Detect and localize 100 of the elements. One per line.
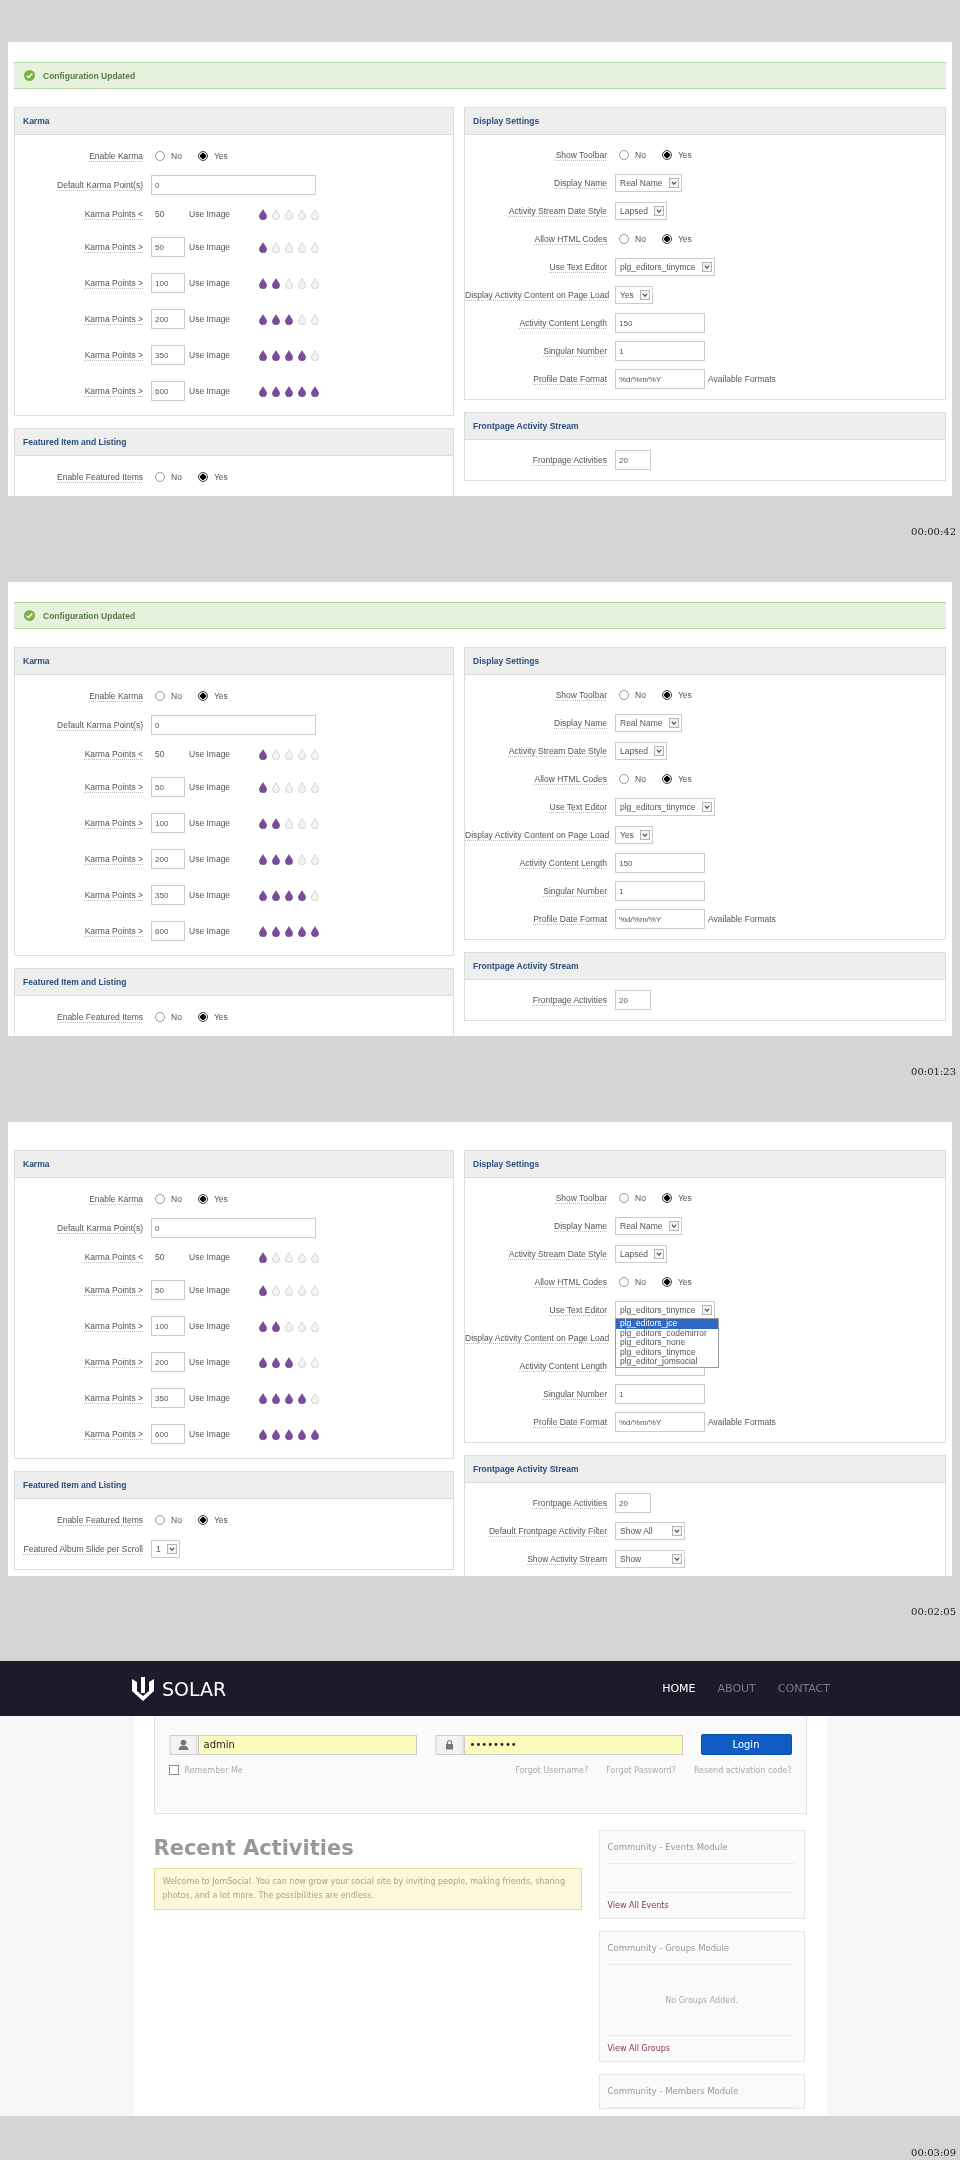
field-label: Use Text Editor: [548, 1305, 608, 1315]
radio-label: No: [171, 1194, 182, 1204]
panel-header: Display Settings: [465, 108, 945, 135]
use-image-label: Use Image: [188, 350, 232, 360]
radio-label: Yes: [213, 1515, 228, 1525]
use-image-label: Use Image: [188, 854, 232, 864]
field-label: Display Activity Content on Page Load: [465, 290, 611, 300]
field-label: Show Toolbar: [554, 150, 608, 160]
use-image-label: Use Image: [188, 890, 232, 900]
field-label: Profile Date Format: [532, 914, 608, 924]
radio-label: Yes: [677, 234, 692, 244]
panel-header: Featured Item and Listing: [15, 1472, 453, 1499]
field-label: Use Text Editor: [548, 802, 608, 812]
radio-label: Yes: [213, 1194, 228, 1204]
field-label: Allow HTML Codes: [533, 234, 608, 244]
field-label: Profile Date Format: [532, 374, 608, 384]
field-label: Default Karma Point(s): [56, 180, 144, 190]
panel-header: Karma: [15, 1151, 453, 1178]
use-image-label: Use Image: [188, 386, 232, 396]
use-image-label: Use Image: [188, 1393, 232, 1403]
field-label: Enable Featured Items: [56, 472, 144, 482]
panel-header: Frontpage Activity Stream: [465, 1456, 945, 1483]
field-label: Show Toolbar: [554, 690, 608, 700]
use-image-label: Use Image: [188, 1285, 232, 1295]
module-title: Community - Members Module: [607, 2075, 796, 2108]
radio-label: No: [171, 691, 182, 701]
field-label: Karma Points >: [83, 890, 144, 900]
field-label: Default Frontpage Activity Filter: [487, 1526, 608, 1536]
remember-label: Remember Me: [184, 1765, 243, 1775]
radio-label: No: [171, 1515, 182, 1525]
field-label: Display Name: [553, 178, 608, 188]
radio-label: Yes: [213, 1012, 228, 1022]
field-label: Singular Number: [542, 346, 608, 356]
panel-header: Featured Item and Listing: [15, 429, 453, 456]
radio-label: No: [635, 1277, 646, 1287]
radio-label: Yes: [677, 1277, 692, 1287]
field-label: Karma Points <: [83, 749, 144, 759]
field-label: Featured Album Slide per Scroll: [22, 1544, 144, 1554]
field-label: Default Karma Point(s): [56, 1223, 144, 1233]
use-image-label: Use Image: [188, 209, 232, 219]
panel-header: Karma: [15, 108, 453, 135]
field-label: Profile Date Format: [532, 1417, 608, 1427]
radio-label: Yes: [677, 150, 692, 160]
field-label: Karma Points >: [83, 1429, 144, 1439]
radio-label: Yes: [213, 151, 228, 161]
field-label: Frontpage Activities: [531, 455, 608, 465]
field-label: Display Activity Content on Page Load: [465, 1333, 611, 1343]
panel-header: Display Settings: [465, 648, 945, 675]
panel-header: Frontpage Activity Stream: [465, 953, 945, 980]
module-title: Community - Groups Module: [607, 1932, 796, 1965]
use-image-label: Use Image: [188, 314, 232, 324]
use-image-label: Use Image: [188, 749, 232, 759]
field-label: Activity Content Length: [518, 858, 608, 868]
field-label: Karma Points >: [83, 350, 144, 360]
field-label: Karma Points >: [83, 242, 144, 252]
use-image-label: Use Image: [188, 278, 232, 288]
field-label: Frontpage Activities: [531, 995, 608, 1005]
notice-text: Configuration Updated: [43, 70, 136, 81]
field-label: Show Activity Stream: [526, 1554, 608, 1564]
field-label: Display Activity Content on Page Load: [465, 830, 611, 840]
use-image-label: Use Image: [188, 1429, 232, 1439]
radio-label: Yes: [677, 1193, 692, 1203]
radio-label: No: [635, 150, 646, 160]
radio-label: No: [635, 774, 646, 784]
field-label: Allow HTML Codes: [533, 1277, 608, 1287]
radio-label: No: [635, 690, 646, 700]
video-timestamp: 00:03:09: [911, 2147, 956, 2158]
field-label: Karma Points <: [83, 209, 144, 219]
field-label: Karma Points >: [83, 386, 144, 396]
field-label: Activity Stream Date Style: [507, 1249, 608, 1259]
field-label: Karma Points >: [83, 854, 144, 864]
radio-label: No: [171, 151, 182, 161]
field-label: Karma Points >: [83, 1357, 144, 1367]
field-label: Enable Featured Items: [56, 1012, 144, 1022]
radio-label: Yes: [213, 472, 228, 482]
welcome-message: Welcome to JomSocial. You can now grow your social site by inviting people, making friends, sharing photos, and a lot more. The possibilities are endless.: [153, 1868, 582, 1910]
field-label: Activity Content Length: [518, 318, 608, 328]
module-title: Community - Events Module: [607, 1831, 796, 1864]
field-label: Karma Points >: [83, 314, 144, 324]
field-label: Karma Points >: [83, 1321, 144, 1331]
field-label: Singular Number: [542, 886, 608, 896]
radio-label: Yes: [213, 691, 228, 701]
use-image-label: Use Image: [188, 782, 232, 792]
field-label: Allow HTML Codes: [533, 774, 608, 784]
points-value: 50: [154, 749, 166, 759]
radio-label: Yes: [677, 690, 692, 700]
video-timestamp: 00:00:42: [911, 526, 956, 539]
field-label: Activity Content Length: [518, 1361, 608, 1371]
field-label: Karma Points >: [83, 1393, 144, 1403]
points-value: 50: [154, 209, 166, 219]
use-image-label: Use Image: [188, 926, 232, 936]
field-label: Karma Points >: [83, 926, 144, 936]
field-label: Enable Karma: [88, 1194, 144, 1204]
field-label: Activity Stream Date Style: [507, 746, 608, 756]
empty-message: No Groups Added.: [665, 1995, 738, 2005]
field-label: Karma Points >: [83, 818, 144, 828]
field-label: Frontpage Activities: [531, 1498, 608, 1508]
use-image-label: Use Image: [188, 1357, 232, 1367]
radio-label: No: [635, 1193, 646, 1203]
field-label: Enable Karma: [88, 151, 144, 161]
